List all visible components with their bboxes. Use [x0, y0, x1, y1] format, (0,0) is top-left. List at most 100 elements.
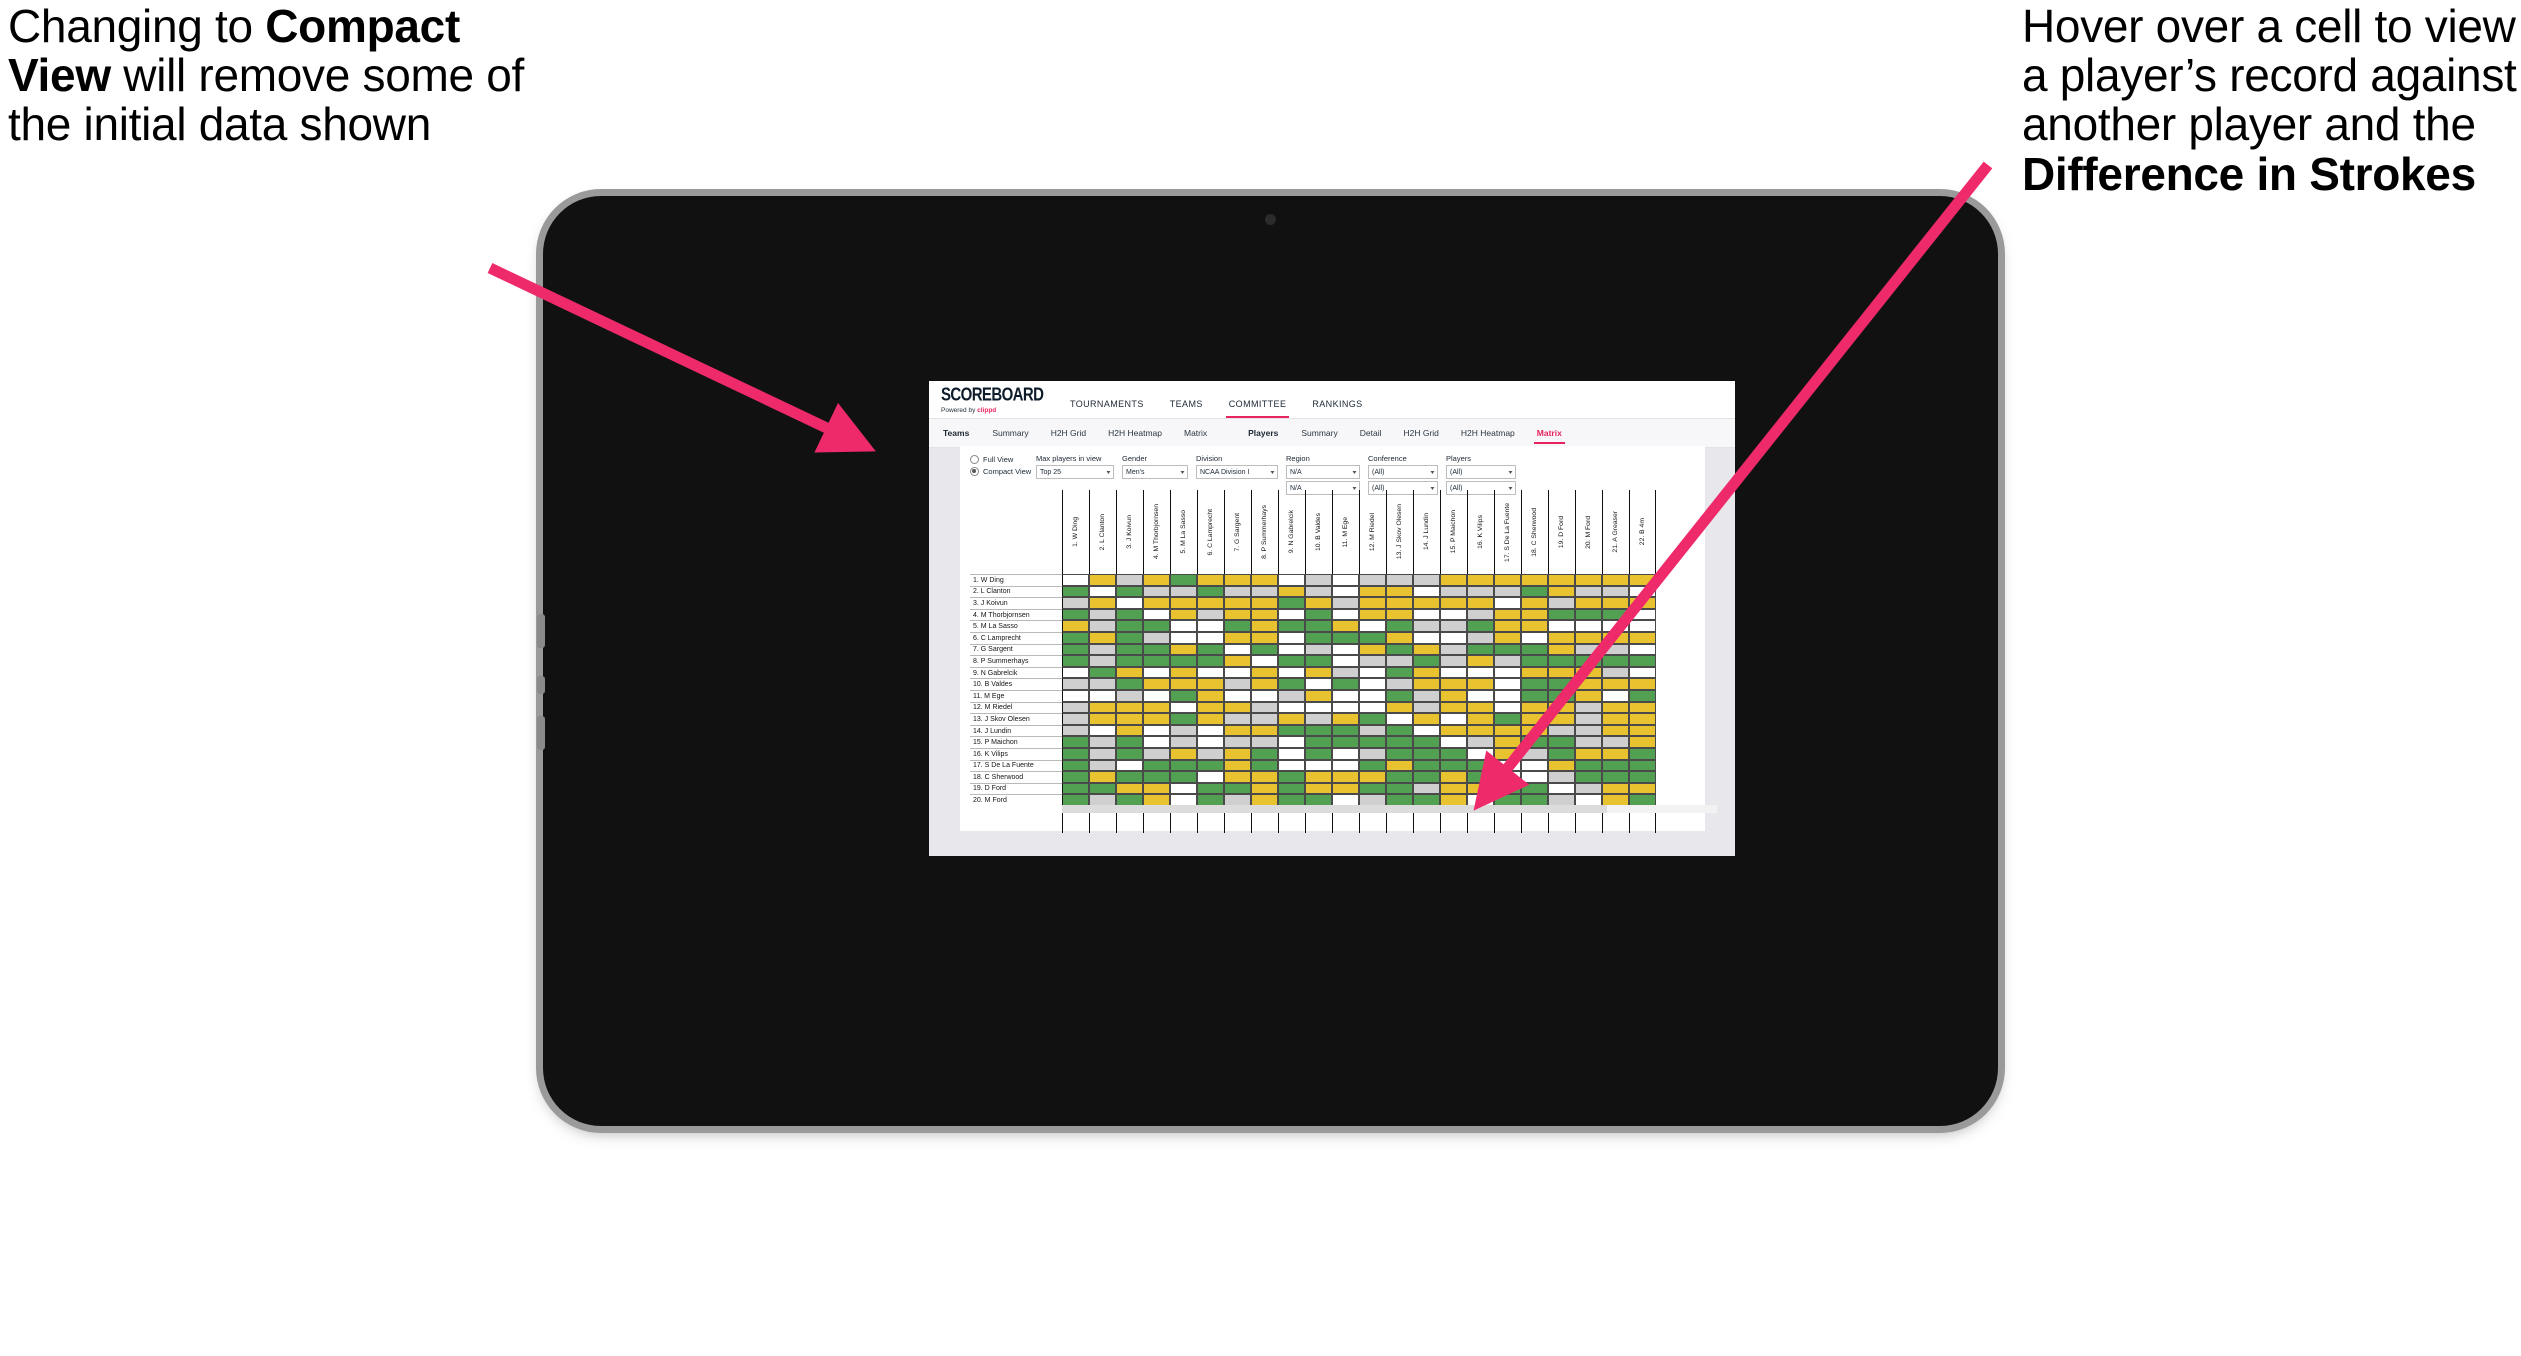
- matrix-cell[interactable]: [1062, 724, 1089, 737]
- matrix-cell[interactable]: [1143, 689, 1170, 702]
- matrix-cell[interactable]: [1278, 597, 1305, 609]
- subnav-players-h2h-heatmap[interactable]: H2H Heatmap: [1450, 419, 1526, 447]
- matrix-cell[interactable]: [1386, 759, 1413, 772]
- radio-compact-view[interactable]: Compact View: [970, 467, 1036, 476]
- matrix-cell[interactable]: [1116, 724, 1143, 737]
- matrix-cell[interactable]: [1413, 724, 1440, 737]
- matrix-cell[interactable]: [1521, 724, 1548, 737]
- matrix-cell[interactable]: [1170, 655, 1197, 667]
- matrix-cell[interactable]: [1116, 597, 1143, 609]
- matrix-cell[interactable]: [1494, 736, 1521, 748]
- matrix-cell[interactable]: [1305, 736, 1332, 748]
- matrix-cell[interactable]: [1467, 747, 1494, 760]
- matrix-cell[interactable]: [1332, 620, 1359, 632]
- matrix-cell[interactable]: [1305, 689, 1332, 702]
- matrix-cell[interactable]: [1116, 585, 1143, 598]
- matrix-cell[interactable]: [1467, 701, 1494, 714]
- matrix-cell[interactable]: [1548, 655, 1575, 667]
- matrix-cell[interactable]: [1251, 655, 1278, 667]
- matrix-cell[interactable]: [1575, 643, 1602, 656]
- matrix-cell[interactable]: [1467, 631, 1494, 644]
- matrix-cell[interactable]: [1602, 689, 1629, 702]
- matrix-cell[interactable]: [1251, 678, 1278, 690]
- matrix-cell[interactable]: [1197, 747, 1224, 760]
- matrix-cell[interactable]: [1278, 608, 1305, 621]
- matrix-cell[interactable]: [1548, 771, 1575, 783]
- matrix-cell[interactable]: [1251, 771, 1278, 783]
- matrix-cell[interactable]: [1170, 689, 1197, 702]
- matrix-cell[interactable]: [1602, 782, 1629, 795]
- matrix-cell[interactable]: [1629, 689, 1656, 702]
- matrix-cell[interactable]: [1602, 666, 1629, 679]
- matrix-cell[interactable]: [1224, 701, 1251, 714]
- matrix-cell[interactable]: [1467, 689, 1494, 702]
- matrix-cell[interactable]: [1602, 620, 1629, 632]
- matrix-cell[interactable]: [1440, 759, 1467, 772]
- matrix-cell[interactable]: [1413, 701, 1440, 714]
- matrix-cell[interactable]: [1602, 724, 1629, 737]
- matrix-cell[interactable]: [1440, 585, 1467, 598]
- matrix-cell[interactable]: [1494, 655, 1521, 667]
- matrix-cell[interactable]: [1224, 759, 1251, 772]
- matrix-cell[interactable]: [1197, 620, 1224, 632]
- matrix-cell[interactable]: [1602, 701, 1629, 714]
- matrix-cell[interactable]: [1062, 689, 1089, 702]
- matrix-cell[interactable]: [1359, 608, 1386, 621]
- matrix-cell[interactable]: [1494, 701, 1521, 714]
- matrix-cell[interactable]: [1494, 782, 1521, 795]
- matrix-cell[interactable]: [1062, 736, 1089, 748]
- matrix-cell[interactable]: [1170, 574, 1197, 586]
- matrix-cell[interactable]: [1332, 631, 1359, 644]
- matrix-cell[interactable]: [1278, 678, 1305, 690]
- matrix-cell[interactable]: [1521, 678, 1548, 690]
- matrix-cell[interactable]: [1197, 666, 1224, 679]
- matrix-cell[interactable]: [1629, 759, 1656, 772]
- filter-select-conference-1[interactable]: (All) ▾: [1368, 465, 1438, 479]
- matrix-cell[interactable]: [1332, 689, 1359, 702]
- matrix-cell[interactable]: [1062, 643, 1089, 656]
- matrix-cell[interactable]: [1440, 701, 1467, 714]
- subnav-teams-h2h-grid[interactable]: H2H Grid: [1040, 419, 1097, 447]
- matrix-cell[interactable]: [1602, 597, 1629, 609]
- matrix-cell[interactable]: [1548, 678, 1575, 690]
- matrix-cell[interactable]: [1089, 574, 1116, 586]
- matrix-cell[interactable]: [1332, 701, 1359, 714]
- matrix-cell[interactable]: [1359, 666, 1386, 679]
- matrix-cell[interactable]: [1521, 689, 1548, 702]
- matrix-cell[interactable]: [1521, 759, 1548, 772]
- matrix-cell[interactable]: [1332, 771, 1359, 783]
- matrix-cell[interactable]: [1359, 713, 1386, 725]
- matrix-cell[interactable]: [1143, 713, 1170, 725]
- filter-select-region-1[interactable]: N/A ▾: [1286, 465, 1360, 479]
- matrix-cell[interactable]: [1278, 771, 1305, 783]
- matrix-cell[interactable]: [1575, 608, 1602, 621]
- matrix-cell[interactable]: [1440, 643, 1467, 656]
- matrix-cell[interactable]: [1494, 631, 1521, 644]
- matrix-cell[interactable]: [1062, 597, 1089, 609]
- matrix-cell[interactable]: [1170, 759, 1197, 772]
- matrix-cell[interactable]: [1224, 736, 1251, 748]
- matrix-cell[interactable]: [1359, 620, 1386, 632]
- matrix-cell[interactable]: [1332, 724, 1359, 737]
- matrix-cell[interactable]: [1170, 701, 1197, 714]
- matrix-cell[interactable]: [1332, 747, 1359, 760]
- matrix-cell[interactable]: [1116, 666, 1143, 679]
- matrix-cell[interactable]: [1278, 759, 1305, 772]
- matrix-cell[interactable]: [1332, 782, 1359, 795]
- matrix-cell[interactable]: [1629, 736, 1656, 748]
- matrix-cell[interactable]: [1062, 620, 1089, 632]
- subnav-teams-summary[interactable]: Summary: [981, 419, 1039, 447]
- matrix-cell[interactable]: [1332, 574, 1359, 586]
- matrix-cell[interactable]: [1575, 759, 1602, 772]
- matrix-cell[interactable]: [1440, 631, 1467, 644]
- matrix-cell[interactable]: [1413, 736, 1440, 748]
- matrix-cell[interactable]: [1602, 655, 1629, 667]
- matrix-cell[interactable]: [1494, 747, 1521, 760]
- matrix-cell[interactable]: [1629, 782, 1656, 795]
- matrix-cell[interactable]: [1197, 701, 1224, 714]
- matrix-cell[interactable]: [1251, 643, 1278, 656]
- matrix-cell[interactable]: [1602, 747, 1629, 760]
- matrix-cell[interactable]: [1062, 666, 1089, 679]
- matrix-cell[interactable]: [1359, 678, 1386, 690]
- matrix-cell[interactable]: [1089, 747, 1116, 760]
